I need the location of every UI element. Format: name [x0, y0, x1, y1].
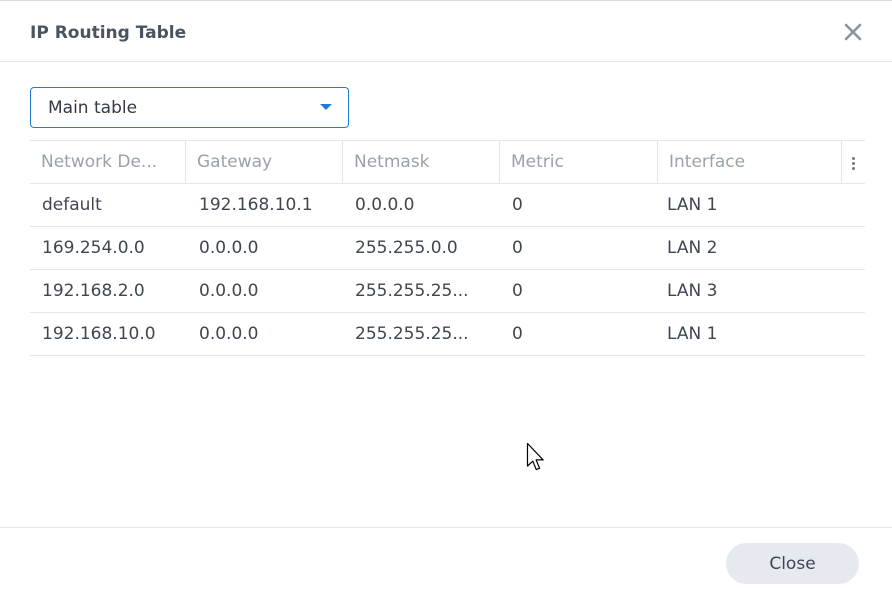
ip-routing-table-dialog: IP Routing Table Main table Network De..… — [0, 0, 892, 598]
cell-netmask: 255.255.0.0 — [355, 238, 458, 258]
column-header-gateway[interactable]: Gateway — [186, 141, 343, 184]
cell-interface: LAN 1 — [667, 324, 718, 344]
cell-metric: 0 — [512, 195, 523, 215]
table-row[interactable]: 192.168.2.0 0.0.0.0 255.255.25... 0 LAN … — [30, 270, 865, 313]
dialog-header: IP Routing Table — [0, 1, 892, 62]
dialog-title: IP Routing Table — [30, 23, 187, 43]
table-row[interactable]: default 192.168.10.1 0.0.0.0 0 LAN 1 — [30, 184, 865, 227]
cell-network-destination: 169.254.0.0 — [42, 238, 145, 258]
table-row[interactable]: 169.254.0.0 0.0.0.0 255.255.0.0 0 LAN 2 — [30, 227, 865, 270]
dialog-footer: Close — [0, 527, 892, 599]
column-header-netmask[interactable]: Netmask — [343, 141, 500, 184]
cell-netmask: 0.0.0.0 — [355, 195, 415, 215]
cell-netmask: 255.255.25... — [355, 324, 469, 344]
cell-gateway: 0.0.0.0 — [199, 281, 259, 301]
cell-interface: LAN 1 — [667, 195, 718, 215]
cell-metric: 0 — [512, 238, 523, 258]
routing-table-select[interactable]: Main table — [30, 87, 349, 128]
cell-network-destination: 192.168.2.0 — [42, 281, 145, 301]
cell-gateway: 0.0.0.0 — [199, 238, 259, 258]
table-row[interactable]: 192.168.10.0 0.0.0.0 255.255.25... 0 LAN… — [30, 313, 865, 356]
close-button[interactable]: Close — [726, 543, 859, 584]
column-header-metric[interactable]: Metric — [500, 141, 658, 184]
cell-network-destination: default — [42, 195, 102, 215]
cell-interface: LAN 2 — [667, 238, 718, 258]
cell-gateway: 0.0.0.0 — [199, 324, 259, 344]
caret-down-icon — [320, 104, 332, 110]
cell-metric: 0 — [512, 281, 523, 301]
routing-table-select-value: Main table — [48, 98, 138, 118]
close-icon[interactable] — [842, 21, 864, 43]
cell-metric: 0 — [512, 324, 523, 344]
cell-netmask: 255.255.25... — [355, 281, 469, 301]
column-header-interface[interactable]: Interface — [658, 141, 841, 184]
cell-gateway: 192.168.10.1 — [199, 195, 313, 215]
vertical-dots-icon[interactable] — [841, 141, 865, 184]
table-header: Network De... Gateway Netmask Metric Int… — [30, 140, 865, 184]
routing-table: Network De... Gateway Netmask Metric Int… — [30, 140, 865, 356]
column-header-network-destination[interactable]: Network De... — [30, 141, 186, 184]
cell-network-destination: 192.168.10.0 — [42, 324, 156, 344]
mouse-pointer-icon — [526, 442, 546, 472]
cell-interface: LAN 3 — [667, 281, 718, 301]
